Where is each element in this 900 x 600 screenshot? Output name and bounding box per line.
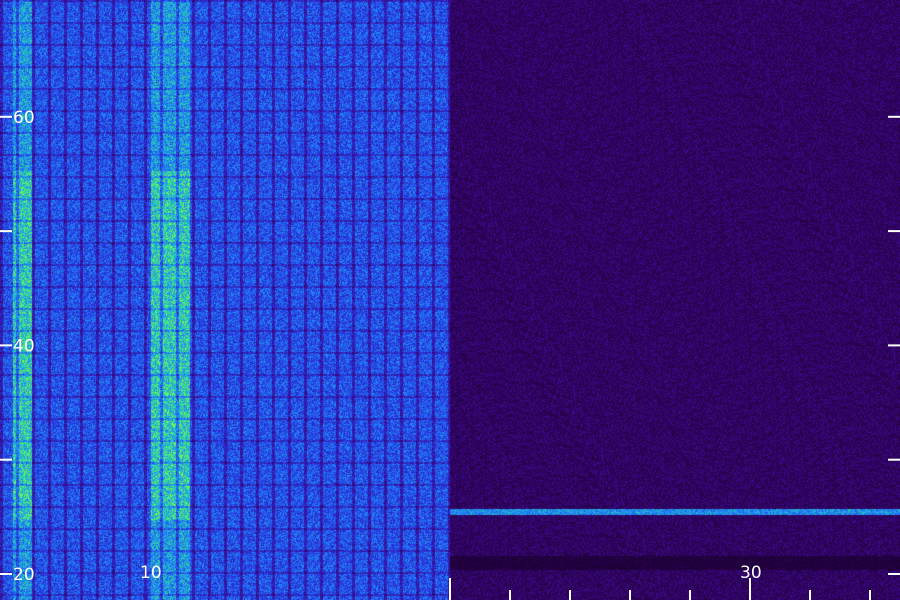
y-tick-label: 40 (13, 336, 35, 356)
y-tick-label: 20 (13, 565, 35, 585)
x-tick-label: 30 (740, 563, 762, 583)
y-tick-label: 60 (13, 108, 35, 128)
x-tick-label: 10 (140, 563, 162, 583)
axis-overlay: 204060305010 (0, 108, 900, 600)
